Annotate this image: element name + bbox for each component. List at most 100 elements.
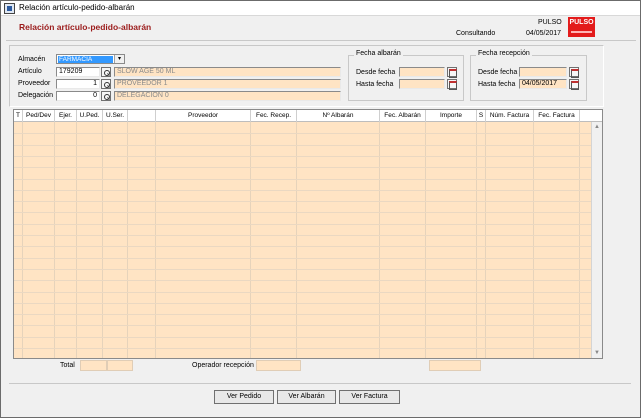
delegacion-code-field[interactable]: 0 [56, 91, 100, 101]
total-user-box [107, 360, 133, 371]
table-row-divider [14, 144, 591, 146]
proveedor-desc-field: PROVEEDOR 1 [114, 79, 341, 89]
fecha-albaran-group: Fecha albarán [348, 50, 464, 101]
window-title: Relación artículo-pedido-albarán [19, 3, 135, 12]
footer-separator [9, 383, 631, 384]
title-bar: Relación artículo-pedido-albarán [1, 1, 640, 16]
column-header[interactable]: U.Ser. [103, 110, 128, 122]
column-divider [127, 122, 128, 358]
column-divider [533, 122, 534, 358]
table-row-divider [14, 212, 591, 214]
ver-pedido-button[interactable]: Ver Pedido [214, 390, 274, 404]
form-header: Relación artículo-pedido-albarán Consult… [6, 17, 636, 41]
recepcion-desde-label: Desde fecha [478, 69, 518, 76]
albaran-desde-field[interactable] [399, 67, 445, 77]
table-row-divider [14, 257, 591, 259]
articulo-label: Artículo [18, 68, 42, 75]
column-divider [54, 122, 55, 358]
column-divider [296, 122, 297, 358]
column-header[interactable]: U.Ped. [77, 110, 103, 122]
ver-albaran-button[interactable]: Ver Albarán [277, 390, 336, 404]
delegacion-lookup-icon[interactable] [101, 91, 111, 101]
chevron-down-icon[interactable]: ▾ [114, 55, 124, 63]
pulso-logo: PULSO [568, 17, 595, 37]
scroll-down-icon[interactable]: ▼ [592, 348, 602, 358]
form-heading: Relación artículo-pedido-albarán [19, 22, 152, 32]
column-divider [155, 122, 156, 358]
logo-text: PULSO [569, 19, 594, 26]
fecha-recepcion-title: Fecha recepción [476, 50, 532, 57]
grid-header: T Ped/Dev Ejer. U.Ped. U.Ser. Proveedor Fec. R… [14, 110, 602, 122]
column-header[interactable]: Ped/Dev [23, 110, 55, 122]
articulo-code-field[interactable]: 179209 [56, 67, 100, 77]
table-row-divider [14, 268, 591, 270]
column-header[interactable]: Nº Albarán [297, 110, 380, 122]
table-row-divider [14, 167, 591, 169]
company-name: PULSO [538, 19, 562, 26]
table-row-divider [14, 302, 591, 304]
column-divider [476, 122, 477, 358]
scroll-up-icon[interactable]: ▲ [592, 122, 602, 132]
almacen-select[interactable]: FARMACIA ▾ [56, 54, 125, 64]
calendar-icon[interactable] [447, 79, 457, 90]
column-header[interactable]: Fec. Albarán [380, 110, 426, 122]
column-header[interactable]: Núm. Factura [486, 110, 534, 122]
table-row-divider [14, 133, 591, 135]
column-divider [485, 122, 486, 358]
table-row-divider [14, 155, 591, 157]
column-header[interactable]: S [477, 110, 486, 122]
operador-recepcion-box [256, 360, 301, 371]
column-divider [379, 122, 380, 358]
total-importe-box [429, 360, 481, 371]
table-row-divider [14, 291, 591, 293]
column-divider [102, 122, 103, 358]
table-row-divider [14, 336, 591, 338]
calendar-icon[interactable] [447, 67, 457, 78]
albaran-desde-label: Desde fecha [356, 69, 396, 76]
table-row-divider [14, 246, 591, 248]
results-grid[interactable]: T Ped/Dev Ejer. U.Ped. U.Ser. Proveedor Fec. R… [13, 109, 603, 359]
almacen-label: Almacén [18, 56, 46, 63]
proveedor-code-field[interactable]: 1 [56, 79, 100, 89]
recepcion-hasta-label: Hasta fecha [478, 81, 516, 88]
fecha-albaran-title: Fecha albarán [354, 50, 403, 57]
column-divider [579, 122, 580, 358]
calendar-icon[interactable] [569, 67, 579, 78]
albaran-hasta-field[interactable] [399, 79, 445, 89]
main-window: Relación artículo-pedido-albarán Relació… [0, 0, 641, 418]
delegacion-label: Delegación [18, 92, 54, 99]
total-upped-box [80, 360, 107, 371]
table-row-divider [14, 348, 591, 349]
proveedor-label: Proveedor [18, 80, 51, 87]
column-divider [250, 122, 251, 358]
mode-status: Consultando [456, 30, 496, 37]
recepcion-desde-field[interactable] [519, 67, 567, 77]
app-icon [4, 3, 15, 14]
column-divider [425, 122, 426, 358]
column-divider [76, 122, 77, 358]
table-row-divider [14, 325, 591, 327]
table-row-divider [14, 235, 591, 236]
column-divider [22, 122, 23, 358]
column-header[interactable]: T [14, 110, 23, 122]
column-header[interactable]: Fec. Factura [534, 110, 580, 122]
articulo-lookup-icon[interactable] [101, 67, 111, 77]
column-header[interactable] [128, 110, 156, 122]
proveedor-lookup-icon[interactable] [101, 79, 111, 89]
column-header[interactable]: Importe [426, 110, 477, 122]
table-row-divider [14, 223, 591, 225]
table-row-divider [14, 189, 591, 191]
column-header[interactable]: Fec. Recep. [251, 110, 297, 122]
recepcion-hasta-field[interactable]: 04/05/2017 [519, 79, 567, 89]
delegacion-desc-field: DELEGACION 0 [114, 91, 341, 101]
total-label: Total [60, 362, 75, 369]
ver-factura-button[interactable]: Ver Factura [339, 390, 400, 404]
operador-recepcion-label: Operador recepción [192, 362, 254, 369]
column-header[interactable]: Proveedor [156, 110, 251, 122]
articulo-desc-field: SLOW AGE 50 ML [114, 67, 341, 77]
table-row-divider [14, 280, 591, 282]
column-header[interactable]: Ejer. [55, 110, 77, 122]
calendar-icon[interactable] [569, 79, 579, 90]
albaran-hasta-label: Hasta fecha [356, 81, 394, 88]
grid-vertical-scrollbar[interactable]: ▲ ▼ [591, 122, 602, 358]
